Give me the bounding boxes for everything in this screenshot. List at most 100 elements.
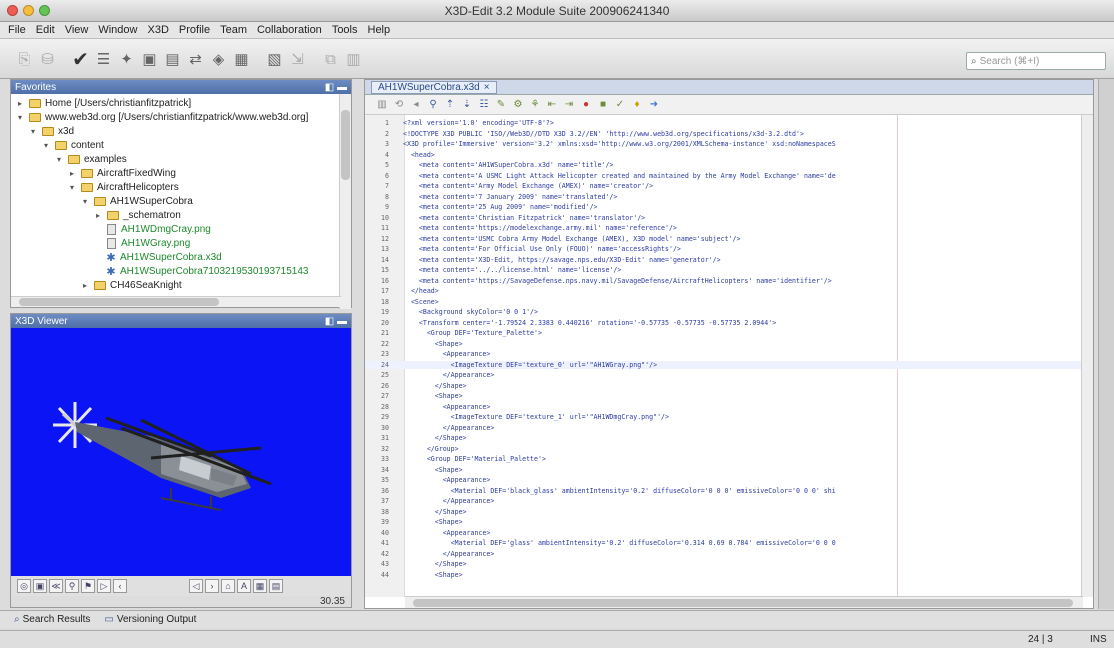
code-line[interactable]: 42 </Appearance> xyxy=(365,550,1083,559)
editor-vertical-scrollbar[interactable] xyxy=(1081,115,1093,597)
code-line[interactable]: 44 <Shape> xyxy=(365,571,1083,580)
settings-icon[interactable]: ▤ xyxy=(269,579,283,593)
source-view-icon[interactable]: ▥ xyxy=(375,98,389,112)
tree-item[interactable]: ▸ AircraftFixedWing xyxy=(11,166,351,180)
copy-icon[interactable]: ⧉ xyxy=(320,47,341,71)
tree-item[interactable]: AH1WDmgCray.png xyxy=(11,222,351,236)
xslt-icon[interactable]: ➜ xyxy=(647,98,661,112)
previous-viewpoint-icon[interactable]: ‹ xyxy=(113,579,127,593)
code-line[interactable]: 27 <Shape> xyxy=(365,392,1083,401)
document-icon[interactable]: ▤ xyxy=(162,47,183,71)
code-line[interactable]: 33 <Group DEF='Material_Palette'> xyxy=(365,455,1083,464)
menu-item-file[interactable]: File xyxy=(8,24,26,36)
code-line[interactable]: 28 <Appearance> xyxy=(365,403,1083,412)
prev-bookmark-icon[interactable]: ⚙ xyxy=(511,98,525,112)
search-box[interactable]: ⌕ Search (⌘+I) xyxy=(966,52,1106,70)
code-line[interactable]: 18 <Scene> xyxy=(365,298,1083,307)
code-line[interactable]: 7 <meta content='Army Model Exchange (AM… xyxy=(365,182,1083,191)
favorites-vertical-scrollbar[interactable] xyxy=(339,94,351,309)
next-bookmark-icon[interactable]: ⚘ xyxy=(528,98,542,112)
code-area[interactable]: 1 <?xml version='1.0' encoding='UTF-8'?> 2… xyxy=(365,115,1083,597)
image-icon[interactable]: ▧ xyxy=(264,47,285,71)
menu-item-collaboration[interactable]: Collaboration xyxy=(257,24,322,36)
menu-item-edit[interactable]: Edit xyxy=(36,24,55,36)
code-line[interactable]: 36 <Material DEF='black_glass' ambientIn… xyxy=(365,487,1083,496)
diamond-icon[interactable]: ◈ xyxy=(208,47,229,71)
code-line[interactable]: 15 <meta content='../../license.html' na… xyxy=(365,266,1083,275)
expand-toggle-icon[interactable]: ▸ xyxy=(80,281,90,290)
tree-item[interactable]: ▸ Home [/Users/christianfitzpatrick] xyxy=(11,96,351,110)
code-line[interactable]: 17 </head> xyxy=(365,287,1083,296)
pan-icon[interactable]: ⚲ xyxy=(65,579,79,593)
code-line[interactable]: 22 <Shape> xyxy=(365,340,1083,349)
check-xml-icon[interactable]: ✓ xyxy=(613,98,627,112)
menu-item-view[interactable]: View xyxy=(65,24,89,36)
expand-toggle-icon[interactable]: ▸ xyxy=(67,169,77,178)
fly-icon[interactable]: ≪ xyxy=(49,579,63,593)
tree-item[interactable]: ▾ x3d xyxy=(11,124,351,138)
tree-item[interactable]: ▸ _schematron xyxy=(11,208,351,222)
expand-toggle-icon[interactable]: ▾ xyxy=(15,113,25,122)
bookmark-icon[interactable]: ✎ xyxy=(494,98,508,112)
code-line[interactable]: 41 <Material DEF='glass' ambientIntensit… xyxy=(365,539,1083,548)
code-line[interactable]: 19 <Background skyColor='0 0 1'/> xyxy=(365,308,1083,317)
code-line[interactable]: 13 <meta content='For Official Use Only … xyxy=(365,245,1083,254)
rewind-icon[interactable]: ◁ xyxy=(189,579,203,593)
find-next-icon[interactable]: ⇣ xyxy=(460,98,474,112)
examine-icon[interactable]: ◎ xyxy=(17,579,31,593)
expand-toggle-icon[interactable]: ▸ xyxy=(93,211,103,220)
expand-toggle-icon[interactable]: ▾ xyxy=(28,127,38,136)
close-tab-icon[interactable]: × xyxy=(484,82,490,93)
right-side-panel-strip[interactable] xyxy=(1098,79,1114,609)
code-line[interactable]: 9 <meta content='25 Aug 2009' name='modi… xyxy=(365,203,1083,212)
find-previous-icon[interactable]: ⇡ xyxy=(443,98,457,112)
code-line[interactable]: 43 </Shape> xyxy=(365,560,1083,569)
expand-toggle-icon[interactable]: ▾ xyxy=(54,155,64,164)
code-line[interactable]: 20 <Transform center='-1.79524 2.3383 0.… xyxy=(365,319,1083,328)
home-viewpoint-icon[interactable]: ⌂ xyxy=(221,579,235,593)
fit-icon[interactable]: A xyxy=(237,579,251,593)
code-line[interactable]: 30 </Appearance> xyxy=(365,424,1083,433)
transform-icon[interactable]: ⇄ xyxy=(185,47,206,71)
rotate-icon[interactable]: ▷ xyxy=(97,579,111,593)
expand-toggle-icon[interactable]: ▾ xyxy=(41,141,51,150)
code-line[interactable]: 35 <Appearance> xyxy=(365,476,1083,485)
shift-right-icon[interactable]: ⇥ xyxy=(562,98,576,112)
schema-icon[interactable]: ✦ xyxy=(116,47,137,71)
code-line[interactable]: 10 <meta content='Christian Fitzpatrick'… xyxy=(365,214,1083,223)
macro-record-icon[interactable]: ● xyxy=(579,98,593,112)
expand-toggle-icon[interactable]: ▾ xyxy=(67,183,77,192)
code-line[interactable]: 26 </Shape> xyxy=(365,382,1083,391)
code-line[interactable]: 25 </Appearance> xyxy=(365,371,1083,380)
code-line[interactable]: 8 <meta content='7 January 2009' name='t… xyxy=(365,193,1083,202)
grid-icon[interactable]: ▦ xyxy=(253,579,267,593)
menu-item-tools[interactable]: Tools xyxy=(332,24,358,36)
walk-icon[interactable]: ▣ xyxy=(33,579,47,593)
code-line[interactable]: 3 <X3D profile='Immersive' version='3.2' … xyxy=(365,140,1083,149)
tree-item[interactable]: AH1WGray.png xyxy=(11,236,351,250)
validate-xml-icon[interactable]: ♦ xyxy=(630,98,644,112)
code-line[interactable]: 21 <Group DEF='Texture_Palette'> xyxy=(365,329,1083,338)
code-line[interactable]: 1 <?xml version='1.0' encoding='UTF-8'?> xyxy=(365,119,1083,128)
bottom-tab-search-results[interactable]: ⌕ Search Results xyxy=(14,614,90,625)
expand-toggle-icon[interactable]: ▾ xyxy=(80,197,90,206)
next-viewpoint-icon[interactable]: › xyxy=(205,579,219,593)
toggle-highlight-icon[interactable]: ☷ xyxy=(477,98,491,112)
menu-item-team[interactable]: Team xyxy=(220,24,247,36)
code-line[interactable]: 12 <meta content='USMC Cobra Army Model … xyxy=(365,235,1083,244)
menu-item-x3d[interactable]: X3D xyxy=(147,24,168,36)
code-line[interactable]: 5 <meta content='AH1WSuperCobra.x3d' nam… xyxy=(365,161,1083,170)
code-line[interactable]: 39 <Shape> xyxy=(365,518,1083,527)
tree-item[interactable]: ▾ content xyxy=(11,138,351,152)
lookat-icon[interactable]: ⚑ xyxy=(81,579,95,593)
code-line[interactable]: 4 <head> xyxy=(365,151,1083,160)
macro-stop-icon[interactable]: ■ xyxy=(596,98,610,112)
expand-toggle-icon[interactable]: ▸ xyxy=(15,99,25,108)
menu-item-window[interactable]: Window xyxy=(98,24,137,36)
tree-item[interactable]: ▾ AH1WSuperCobra xyxy=(11,194,351,208)
xml-well-formed-icon[interactable]: ☰ xyxy=(93,47,114,71)
minimize-panel-icon[interactable]: ◧ ▬ xyxy=(325,82,347,93)
bottom-tab-versioning-output[interactable]: ▭ Versioning Output xyxy=(104,614,196,625)
tree-item[interactable]: ✱ AH1WSuperCobra7103219530193715143 xyxy=(11,264,351,278)
code-line[interactable]: 37 </Appearance> xyxy=(365,497,1083,506)
